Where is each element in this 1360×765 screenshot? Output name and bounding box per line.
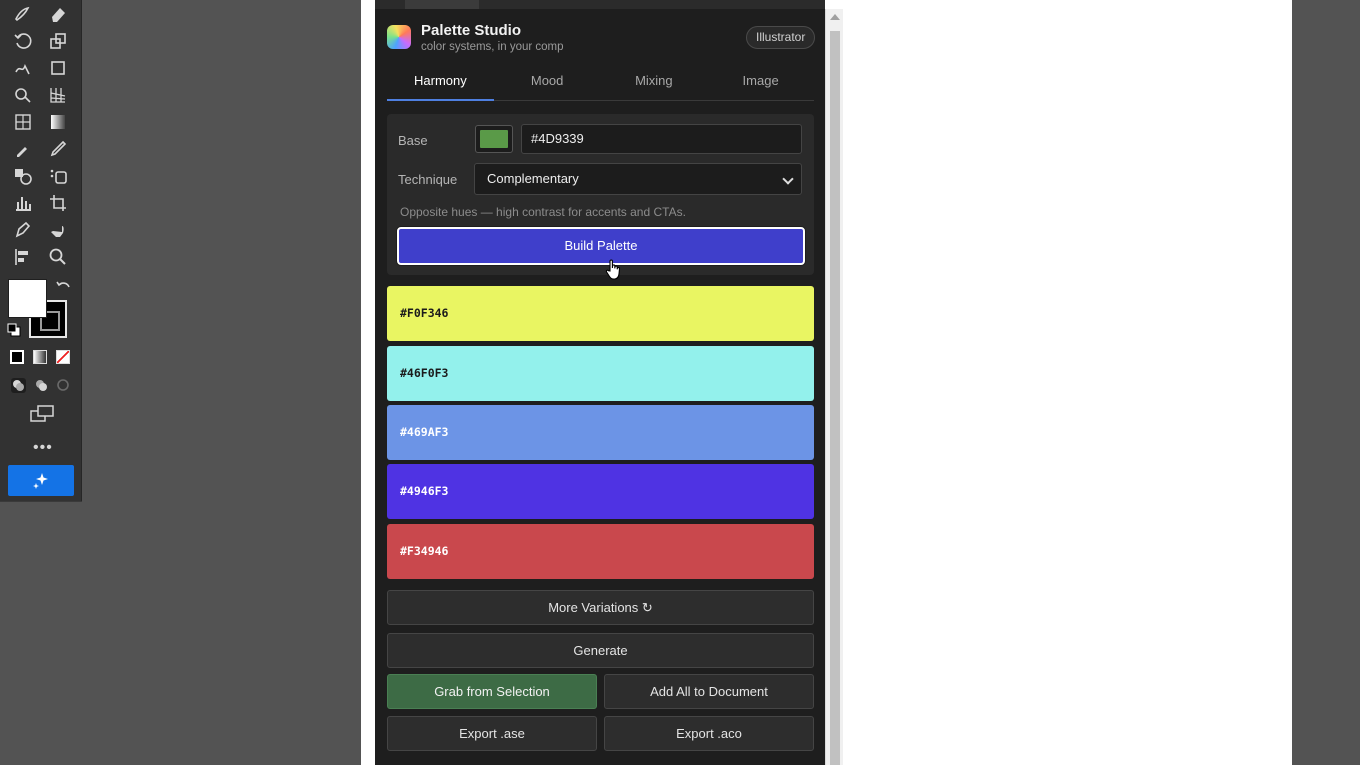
more-tools-icon[interactable]: ••• [33, 440, 53, 456]
scale-icon[interactable] [47, 30, 69, 52]
palette-swatch-4[interactable]: #4946F3 [387, 464, 814, 519]
panel-scrollbar[interactable] [825, 9, 843, 765]
perspective-grid-icon[interactable] [47, 84, 69, 106]
none-mode-icon[interactable] [56, 350, 70, 364]
technique-select[interactable]: Complementary [474, 163, 802, 195]
build-palette-button[interactable]: Build Palette [397, 227, 805, 265]
app-window: ••• Palette Studio color systems, in you… [0, 0, 1360, 765]
measure-icon[interactable] [47, 138, 69, 160]
panel-tab-strip [375, 0, 825, 9]
harmony-settings-card: Base #4D9339 Technique Complementary Opp… [387, 114, 814, 280]
draw-behind-icon[interactable] [30, 374, 52, 396]
tab-image[interactable]: Image [707, 64, 814, 100]
palette-swatch-3[interactable]: #469AF3 [387, 405, 814, 460]
hand-icon[interactable] [47, 219, 69, 241]
eraser-icon[interactable] [47, 3, 69, 25]
sparkle-plugin-button[interactable] [8, 465, 74, 496]
palette-swatch-5[interactable]: #F34946 [387, 524, 814, 579]
warp-icon[interactable] [12, 57, 34, 79]
app-subtitle: color systems, in your comp [421, 41, 564, 53]
zoom-icon[interactable] [47, 246, 69, 268]
column-graph-icon[interactable] [12, 192, 34, 214]
swap-colors-icon[interactable] [53, 276, 75, 298]
technique-value: Complementary [487, 171, 579, 186]
scroll-up-arrow-icon[interactable] [830, 14, 840, 20]
app-title: Palette Studio [421, 22, 522, 39]
palette-swatch-2[interactable]: #46F0F3 [387, 346, 814, 401]
base-color-picker[interactable] [475, 125, 513, 153]
export-aco-button[interactable]: Export .aco [604, 716, 814, 751]
tab-harmony[interactable]: Harmony [387, 64, 494, 101]
tab-mixing[interactable]: Mixing [601, 64, 708, 100]
draw-normal-icon[interactable] [7, 374, 29, 396]
add-all-to-document-button[interactable]: Add All to Document [604, 674, 814, 709]
base-color-swatch [480, 130, 508, 148]
host-app-badge: Illustrator [746, 26, 816, 49]
chevron-down-icon [782, 173, 794, 185]
palette-studio-panel: Palette Studio color systems, in your co… [375, 0, 825, 765]
panel-tab-grip[interactable] [405, 0, 479, 9]
eyedropper-icon[interactable] [12, 138, 34, 160]
artboard-icon[interactable] [47, 192, 69, 214]
base-hex-input[interactable]: #4D9339 [521, 124, 802, 154]
blend-icon[interactable] [12, 165, 34, 187]
palette-swatch-1[interactable]: #F0F346 [387, 286, 814, 341]
artboard[interactable] [846, 0, 1292, 765]
scroll-thumb[interactable] [830, 31, 840, 765]
mesh-icon[interactable] [12, 111, 34, 133]
color-mode-icon[interactable] [10, 350, 24, 364]
gradient-mode-icon[interactable] [33, 350, 47, 364]
screen-mode-icon[interactable] [29, 403, 55, 425]
draw-inside-icon[interactable] [52, 374, 74, 396]
technique-label: Technique [398, 172, 458, 187]
mode-tabs: Harmony Mood Mixing Image [387, 64, 814, 101]
default-colors-icon[interactable] [4, 320, 26, 342]
pen-icon[interactable] [12, 219, 34, 241]
app-logo-icon [387, 25, 411, 49]
fill-color-swatch[interactable] [8, 279, 47, 318]
tab-mood[interactable]: Mood [494, 64, 601, 100]
export-ase-button[interactable]: Export .ase [387, 716, 597, 751]
hand-cursor-icon [605, 258, 623, 282]
shape-builder-icon[interactable] [12, 84, 34, 106]
more-variations-button[interactable]: More Variations ↻ [387, 590, 814, 625]
symbol-sprayer-icon[interactable] [47, 165, 69, 187]
gradient-icon[interactable] [47, 111, 69, 133]
toolbar-footer [0, 501, 82, 765]
base-label: Base [398, 133, 428, 148]
free-transform-icon[interactable] [47, 57, 69, 79]
pencil-icon[interactable] [12, 3, 34, 25]
generate-button[interactable]: Generate [387, 633, 814, 668]
technique-hint: Opposite hues — high contrast for accent… [400, 205, 686, 219]
align-icon[interactable] [12, 246, 34, 268]
grab-from-selection-button[interactable]: Grab from Selection [387, 674, 597, 709]
rotate-icon[interactable] [12, 30, 34, 52]
